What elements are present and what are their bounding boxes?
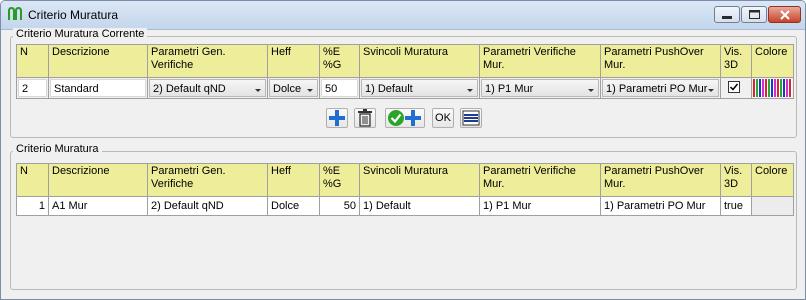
check-icon bbox=[729, 83, 739, 91]
check-plus-icon bbox=[388, 110, 421, 126]
column-header-descrizione[interactable]: Descrizione bbox=[48, 44, 148, 78]
descrizione-field[interactable]: Standard bbox=[50, 79, 146, 97]
cell-colore bbox=[751, 196, 794, 216]
minimize-button[interactable] bbox=[714, 6, 740, 23]
heff-value: Dolce bbox=[273, 83, 302, 95]
column-header-parametri-gen[interactable]: Parametri Gen. Verifiche bbox=[147, 44, 268, 78]
column-header-perc[interactable]: %E %G bbox=[319, 44, 360, 78]
minimize-icon bbox=[722, 16, 732, 19]
cell-descrizione: A1 Mur bbox=[48, 196, 148, 216]
cell-svincoli: 1) Default bbox=[359, 196, 480, 216]
close-button[interactable] bbox=[768, 6, 801, 23]
lines-icon bbox=[462, 110, 480, 126]
parametri-gen-select[interactable]: 2) Default qND bbox=[149, 79, 266, 97]
column-header-colore[interactable]: Colore bbox=[751, 44, 794, 78]
chevron-down-icon bbox=[467, 89, 473, 92]
current-row: 2 Standard 2) Default qND Dolce 50 1) De… bbox=[16, 77, 794, 99]
cell-vis3d: true bbox=[720, 196, 752, 216]
title-bar[interactable]: Criterio Muratura bbox=[1, 1, 805, 30]
column-header-svincoli[interactable]: Svincoli Muratura bbox=[359, 44, 480, 78]
column-header-parametri-verifiche[interactable]: Parametri Verifiche Mur. bbox=[479, 163, 601, 197]
table-row[interactable]: 1 A1 Mur 2) Default qND Dolce 50 1) Defa… bbox=[16, 196, 794, 216]
ok-button[interactable]: OK bbox=[432, 108, 454, 128]
current-criterion-group: Criterio Muratura Corrente N Descrizione… bbox=[10, 28, 797, 138]
column-header-parametri-verifiche[interactable]: Parametri Verifiche Mur. bbox=[479, 44, 601, 78]
parametri-pushover-value: 1) Parametri PO Mur bbox=[606, 83, 708, 95]
column-header-perc[interactable]: %E %G bbox=[319, 163, 360, 197]
cell-heff: Dolce bbox=[267, 196, 320, 216]
header-row: N Descrizione Parametri Gen. Verifiche H… bbox=[16, 44, 794, 78]
criterio-muratura-window: Criterio Muratura Criterio Muratura Corr… bbox=[0, 0, 806, 300]
criterion-list-group: Criterio Muratura N Descrizione Parametr… bbox=[10, 143, 797, 290]
parametri-verifiche-value: 1) P1 Mur bbox=[485, 83, 534, 95]
confirm-add-button[interactable] bbox=[385, 108, 425, 128]
column-header-parametri-gen[interactable]: Parametri Gen. Verifiche bbox=[147, 163, 268, 197]
parametri-gen-value: 2) Default qND bbox=[153, 83, 226, 95]
maximize-icon bbox=[749, 10, 760, 19]
trash-icon bbox=[358, 109, 372, 127]
criterion-list-table: N Descrizione Parametri Gen. Verifiche H… bbox=[16, 163, 794, 216]
column-header-descrizione[interactable]: Descrizione bbox=[48, 163, 148, 197]
column-header-colore[interactable]: Colore bbox=[751, 163, 794, 197]
plus-icon bbox=[329, 110, 345, 126]
cell-perc: 50 bbox=[319, 196, 360, 216]
column-header-heff[interactable]: Heff bbox=[267, 44, 320, 78]
cell-parametri-gen: 2) Default qND bbox=[147, 196, 268, 216]
chevron-down-icon bbox=[708, 89, 714, 92]
heff-select[interactable]: Dolce bbox=[269, 79, 318, 97]
window-title: Criterio Muratura bbox=[28, 8, 119, 22]
current-criterion-title: Criterio Muratura Corrente bbox=[13, 28, 148, 40]
n-field[interactable]: 2 bbox=[18, 79, 47, 97]
svincoli-select[interactable]: 1) Default bbox=[361, 79, 478, 97]
cell-n: 1 bbox=[16, 196, 49, 216]
column-header-parametri-pushover[interactable]: Parametri PushOver Mur. bbox=[600, 163, 721, 197]
vis3d-checkbox[interactable] bbox=[728, 80, 740, 93]
column-header-svincoli[interactable]: Svincoli Muratura bbox=[359, 163, 480, 197]
column-header-n[interactable]: N bbox=[16, 163, 49, 197]
delete-button[interactable] bbox=[354, 108, 376, 128]
parametri-pushover-select[interactable]: 1) Parametri PO Mur bbox=[602, 79, 719, 97]
column-header-vis3d[interactable]: Vis. 3D bbox=[720, 44, 752, 78]
close-icon bbox=[780, 10, 790, 20]
cell-parametri-pushover: 1) Parametri PO Mur bbox=[600, 196, 721, 216]
criterion-list-title: Criterio Muratura bbox=[13, 143, 102, 155]
column-header-parametri-pushover[interactable]: Parametri PushOver Mur. bbox=[600, 44, 721, 78]
chevron-down-icon bbox=[588, 89, 594, 92]
perc-field[interactable]: 50 bbox=[321, 79, 358, 97]
chevron-down-icon bbox=[255, 89, 261, 92]
lines-button[interactable] bbox=[460, 108, 482, 128]
column-header-n[interactable]: N bbox=[16, 44, 49, 78]
svincoli-value: 1) Default bbox=[365, 83, 413, 95]
column-header-vis3d[interactable]: Vis. 3D bbox=[720, 163, 752, 197]
maximize-button[interactable] bbox=[741, 6, 767, 23]
color-swatch[interactable] bbox=[753, 79, 792, 97]
header-row: N Descrizione Parametri Gen. Verifiche H… bbox=[16, 163, 794, 197]
current-criterion-table: N Descrizione Parametri Gen. Verifiche H… bbox=[16, 44, 794, 99]
masonry-icon bbox=[8, 7, 22, 20]
cell-parametri-verifiche: 1) P1 Mur bbox=[479, 196, 601, 216]
column-header-heff[interactable]: Heff bbox=[267, 163, 320, 197]
add-button[interactable] bbox=[326, 108, 348, 128]
parametri-verifiche-select[interactable]: 1) P1 Mur bbox=[481, 79, 599, 97]
chevron-down-icon bbox=[307, 89, 313, 92]
